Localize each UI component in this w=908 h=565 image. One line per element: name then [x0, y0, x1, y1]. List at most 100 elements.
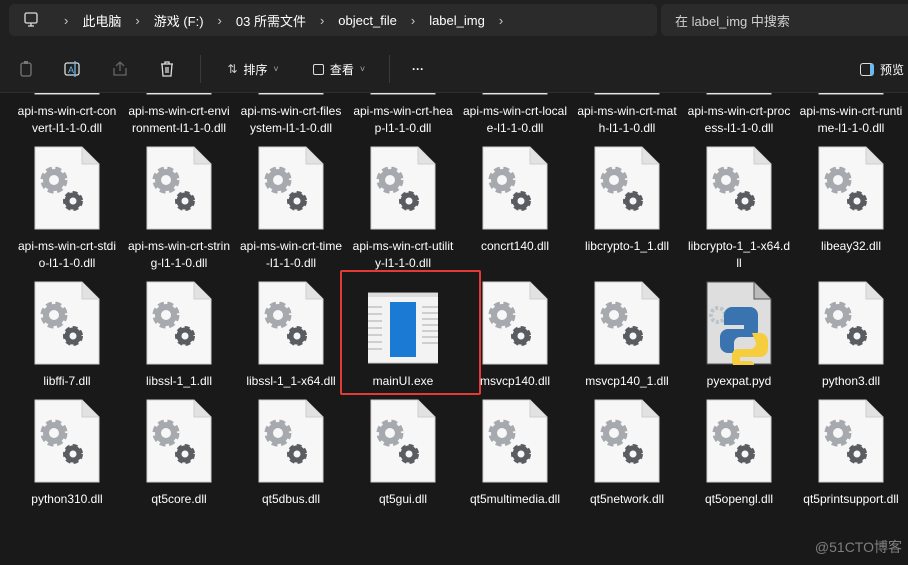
file-name: libssl-1_1.dll	[145, 374, 213, 388]
file-item[interactable]: libssl-1_1.dll	[123, 281, 235, 390]
rename-button[interactable]: A	[46, 53, 98, 85]
search-input[interactable]: 在 label_img 中搜索	[661, 4, 908, 36]
breadcrumb-item[interactable]: label_img	[429, 13, 485, 28]
file-name: api-ms-win-crt-convert-l1-1-0.dll	[17, 104, 117, 135]
dll-file-gear-icon	[594, 399, 660, 483]
divider	[389, 55, 390, 83]
file-item[interactable]: qt5core.dll	[123, 399, 235, 508]
file-name: qt5multimedia.dll	[469, 492, 561, 506]
dll-file-gear-icon	[146, 146, 212, 230]
address-bar[interactable]: › 此电脑 › 游戏 (F:) › 03 所需文件 › object_file …	[9, 4, 657, 36]
dll-file-gear-icon	[146, 399, 212, 483]
file-item[interactable]: libssl-1_1-x64.dll	[235, 281, 347, 390]
file-item[interactable]: api-ms-win-crt-environment-l1-1-0.dll	[123, 93, 235, 137]
dll-file-gear-icon	[34, 146, 100, 230]
breadcrumb-item[interactable]: 03 所需文件	[236, 11, 306, 30]
file-name: libffi-7.dll	[43, 374, 91, 388]
share-button[interactable]	[98, 53, 142, 85]
dll-file-gear-icon	[482, 399, 548, 483]
file-name: qt5network.dll	[589, 492, 665, 506]
more-options-button[interactable]: ···	[398, 53, 438, 85]
file-item[interactable]: libffi-7.dll	[11, 281, 123, 390]
chevron-right-icon: ›	[319, 12, 325, 28]
file-name: msvcp140.dll	[479, 374, 551, 388]
chevron-down-icon: ˅	[359, 64, 366, 74]
file-item[interactable]: mainUI.exe	[340, 270, 481, 395]
file-name: python310.dll	[31, 492, 103, 506]
dll-file-gear-icon	[258, 281, 324, 365]
dll-file-gear-icon	[146, 93, 212, 95]
file-item[interactable]: api-ms-win-crt-heap-l1-1-0.dll	[347, 93, 459, 137]
file-item[interactable]: python3.dll	[795, 281, 907, 390]
view-icon	[312, 63, 324, 75]
chevron-right-icon: ›	[64, 12, 69, 28]
breadcrumb-item[interactable]: object_file	[338, 13, 397, 28]
file-item[interactable]: python310.dll	[11, 399, 123, 508]
file-item[interactable]: libcrypto-1_1-x64.dll	[683, 146, 795, 272]
file-name: api-ms-win-crt-runtime-l1-1-0.dll	[799, 104, 903, 135]
file-item[interactable]: api-ms-win-crt-runtime-l1-1-0.dll	[795, 93, 907, 137]
dll-file-gear-icon	[258, 93, 324, 95]
file-item[interactable]: api-ms-win-crt-stdio-l1-1-0.dll	[11, 146, 123, 272]
file-name: qt5dbus.dll	[261, 492, 321, 506]
file-name: pyexpat.pyd	[706, 374, 772, 388]
file-name: api-ms-win-crt-stdio-l1-1-0.dll	[17, 239, 116, 270]
dll-file-gear-icon	[482, 93, 548, 95]
preview-pane-button[interactable]: 预览	[860, 53, 904, 85]
file-item[interactable]: qt5printsupport.dll	[795, 399, 907, 508]
dll-file-gear-icon	[706, 399, 772, 483]
paste-button[interactable]	[6, 53, 46, 85]
file-item[interactable]: libcrypto-1_1.dll	[571, 146, 683, 255]
breadcrumb-item[interactable]: 此电脑	[82, 11, 121, 30]
file-item[interactable]: api-ms-win-crt-time-l1-1-0.dll	[235, 146, 347, 272]
file-item[interactable]: qt5network.dll	[571, 399, 683, 508]
dll-file-gear-icon	[706, 93, 772, 95]
file-name: api-ms-win-crt-heap-l1-1-0.dll	[353, 104, 453, 135]
file-item[interactable]: qt5dbus.dll	[235, 399, 347, 508]
file-item[interactable]: libeay32.dll	[795, 146, 907, 255]
file-name: concrt140.dll	[480, 239, 550, 253]
dll-file-gear-icon	[818, 146, 884, 230]
file-grid: api-ms-win-crt-convert-l1-1-0.dll api-ms-…	[11, 93, 907, 508]
file-item[interactable]: msvcp140_1.dll	[571, 281, 683, 390]
file-name: libcrypto-1_1-x64.dll	[687, 239, 791, 270]
trash-icon	[161, 61, 173, 77]
file-item[interactable]: api-ms-win-crt-math-l1-1-0.dll	[571, 93, 683, 137]
file-item[interactable]: concrt140.dll	[459, 146, 571, 255]
chevron-right-icon[interactable]: ›	[499, 13, 503, 28]
chevron-down-icon: ˅	[273, 64, 279, 74]
file-name: libssl-1_1-x64.dll	[246, 374, 336, 388]
view-button[interactable]: 查看 ˅	[297, 53, 381, 85]
file-item[interactable]: api-ms-win-crt-filesystem-l1-1-0.dll	[235, 93, 347, 137]
file-item[interactable]: api-ms-win-crt-locale-l1-1-0.dll	[459, 93, 571, 137]
file-item[interactable]: pyexpat.pyd	[683, 281, 795, 390]
dll-file-gear-icon	[258, 399, 324, 483]
file-item[interactable]: qt5multimedia.dll	[459, 399, 571, 508]
dll-file-gear-icon	[594, 281, 660, 365]
file-name: libcrypto-1_1.dll	[584, 239, 670, 253]
command-bar: A ⇅ 排序 ˅ 查看 ˅ ··· 预览	[0, 48, 908, 90]
breadcrumb-item[interactable]: 游戏 (F:)	[154, 11, 204, 30]
sort-button[interactable]: ⇅ 排序 ˅	[209, 53, 297, 85]
share-icon	[113, 61, 127, 76]
file-item[interactable]: qt5opengl.dll	[683, 399, 795, 508]
file-item[interactable]: api-ms-win-crt-utility-l1-1-0.dll	[347, 146, 459, 272]
dll-file-gear-icon	[258, 146, 324, 230]
chevron-right-icon: ›	[135, 12, 140, 28]
file-item[interactable]: qt5gui.dll	[347, 399, 459, 508]
delete-button[interactable]	[142, 53, 192, 85]
file-name: qt5gui.dll	[378, 492, 428, 506]
file-item[interactable]: api-ms-win-crt-string-l1-1-0.dll	[123, 146, 235, 272]
file-item[interactable]: api-ms-win-crt-process-l1-1-0.dll	[683, 93, 795, 137]
file-name: api-ms-win-crt-filesystem-l1-1-0.dll	[240, 104, 342, 135]
sort-label: 排序	[243, 62, 268, 77]
dll-file-gear-icon	[34, 399, 100, 483]
sort-icon: ⇅	[227, 62, 238, 76]
preview-pane-icon	[860, 62, 874, 76]
file-name: api-ms-win-crt-math-l1-1-0.dll	[577, 104, 677, 135]
file-item[interactable]: msvcp140.dll	[459, 281, 571, 390]
chevron-right-icon: ›	[217, 12, 222, 28]
file-item[interactable]: api-ms-win-crt-convert-l1-1-0.dll	[11, 93, 123, 137]
file-name: qt5printsupport.dll	[803, 492, 899, 506]
file-name: msvcp140_1.dll	[585, 374, 669, 388]
